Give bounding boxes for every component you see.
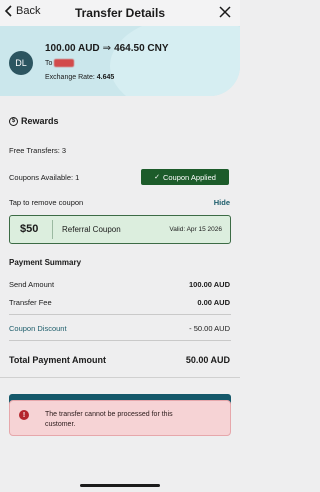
recipient-line: To — [45, 59, 75, 67]
redacted-recipient — [54, 59, 75, 67]
total-divider — [9, 340, 231, 341]
coupons-available: Coupons Available: 1 — [9, 173, 80, 182]
total-payment-value: 50.00 AUD — [185, 355, 230, 365]
arrow-right-icon: ⇒ — [102, 43, 112, 54]
coupon-amount: $50 — [20, 223, 39, 235]
coupon-card[interactable]: $50 Referral Coupon Valid: Apr 15 2026 — [9, 215, 231, 244]
send-amount-value: 100.00 AUD — [189, 280, 230, 289]
rewards-heading: $ Rewards — [9, 116, 59, 126]
transfer-fee-label: Transfer Fee — [9, 298, 52, 307]
amount-line: 100.00 AUD ⇒ 464.50 CNY — [45, 43, 169, 54]
dollar-circle-icon: $ — [9, 116, 18, 126]
rewards-title: Rewards — [21, 116, 59, 126]
send-amount: 100.00 AUD — [45, 43, 100, 54]
close-icon[interactable] — [218, 5, 232, 19]
error-icon: ! — [19, 410, 29, 420]
coupon-discount-label: Coupon Discount — [9, 324, 67, 333]
rate-label: Exchange Rate: — [45, 74, 95, 81]
transfer-fee-value: 0.00 AUD — [197, 298, 230, 307]
exchange-rate: Exchange Rate: 4.645 — [45, 74, 114, 81]
error-alert: ! The transfer cannot be processed for t… — [9, 400, 231, 436]
check-icon: ✓ — [154, 174, 160, 181]
free-transfers: Free Transfers: 3 — [9, 146, 67, 155]
summary-divider — [9, 314, 231, 315]
coupon-validity: Valid: Apr 15 2026 — [169, 226, 222, 233]
coupon-discount-value: - 50.00 AUD — [189, 324, 230, 333]
total-payment-label: Total Payment Amount — [9, 355, 107, 365]
payment-summary-title: Payment Summary — [9, 258, 82, 267]
page-title: Transfer Details — [74, 6, 166, 20]
decorative-wave — [110, 26, 240, 96]
alert-message: The transfer cannot be processed for thi… — [45, 411, 173, 428]
coupon-divider — [52, 220, 53, 239]
to-label: To — [45, 59, 53, 67]
send-amount-label: Send Amount — [9, 280, 55, 289]
top-nav-bar: Back Transfer Details — [0, 0, 240, 26]
coupon-button-label: Coupon Applied — [162, 172, 216, 182]
receive-amount: 464.50 CNY — [114, 43, 169, 54]
hide-link[interactable]: Hide — [214, 198, 230, 207]
transfer-summary-card: DL 100.00 AUD ⇒ 464.50 CNY To Exchange Rat… — [0, 26, 240, 96]
avatar: DL — [9, 51, 33, 75]
home-indicator — [80, 484, 160, 487]
remove-coupon-hint: Tap to remove coupon — [9, 198, 84, 207]
coupon-applied-button[interactable]: ✓ Coupon Applied — [141, 169, 229, 185]
coupon-name: Referral Coupon — [62, 225, 121, 234]
bottom-divider — [0, 377, 240, 378]
rate-value: 4.645 — [96, 74, 115, 81]
